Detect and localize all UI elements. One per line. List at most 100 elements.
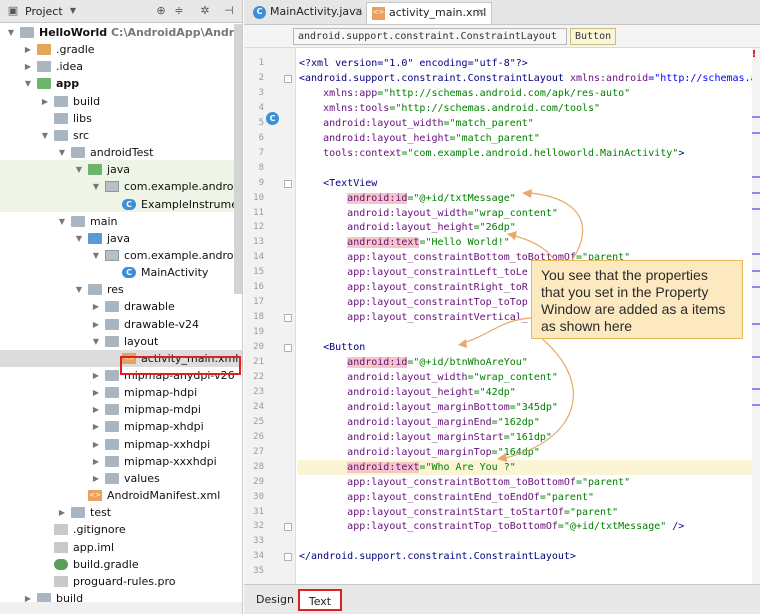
- tree-item[interactable]: ▼ app: [0, 75, 242, 92]
- tree-scrollbar[interactable]: [234, 24, 242, 294]
- chevron-down-icon[interactable]: ▼: [6, 24, 16, 41]
- tree-item[interactable]: app.iml: [0, 539, 242, 556]
- code-line[interactable]: android:layout_width="match_parent": [297, 116, 760, 131]
- tab-text[interactable]: Text: [298, 589, 342, 611]
- tree-item[interactable]: ▼ HelloWorld C:\AndroidApp\AndroidStudioP: [0, 24, 242, 41]
- fold-marker-icon[interactable]: [284, 523, 292, 532]
- code-line[interactable]: android:layout_height="26dp": [297, 220, 760, 235]
- tree-item[interactable]: ▼ src: [0, 127, 242, 144]
- code-line[interactable]: android:layout_marginStart="161dp": [297, 430, 760, 445]
- chevron-right-icon[interactable]: ▶: [91, 316, 101, 333]
- fold-marker-icon[interactable]: [284, 314, 292, 323]
- tree-item[interactable]: proguard-rules.pro: [0, 573, 242, 590]
- tree-item[interactable]: ▶ mipmap-xxhdpi: [0, 436, 242, 453]
- tree-item[interactable]: ▶ test: [0, 504, 242, 521]
- code-line[interactable]: android:layout_marginTop="164dp": [297, 445, 760, 460]
- close-icon[interactable]: ×: [477, 3, 485, 23]
- collapse-all-icon[interactable]: ≑: [172, 4, 186, 18]
- chevron-down-icon[interactable]: ▼: [74, 281, 84, 298]
- tree-item[interactable]: C MainActivity: [0, 264, 242, 281]
- code-line[interactable]: app:layout_constraintEnd_toEndOf="parent…: [297, 490, 760, 505]
- tree-item[interactable]: libs: [0, 110, 242, 127]
- code-line[interactable]: android:layout_height="match_parent": [297, 131, 760, 146]
- chevron-down-icon[interactable]: ▼: [91, 247, 101, 264]
- error-indicator-icon[interactable]: !: [749, 50, 759, 60]
- code-line[interactable]: tools:context="com.example.android.hello…: [297, 146, 760, 161]
- chevron-right-icon[interactable]: ▶: [91, 418, 101, 435]
- tree-item[interactable]: ▶ drawable: [0, 298, 242, 315]
- tree-item[interactable]: <> AndroidManifest.xml: [0, 487, 242, 504]
- chevron-right-icon[interactable]: ▶: [23, 41, 33, 58]
- tree-item[interactable]: ▼ androidTest: [0, 144, 242, 161]
- fold-marker-icon[interactable]: [284, 553, 292, 562]
- code-line[interactable]: android:id="@+id/btnWhoAreYou": [297, 355, 760, 370]
- code-line[interactable]: android:text="Who Are You ?": [297, 459, 760, 475]
- chevron-down-icon[interactable]: ▼: [91, 333, 101, 350]
- code-line[interactable]: <android.support.constraint.ConstraintLa…: [297, 71, 760, 86]
- code-line[interactable]: android:layout_marginEnd="162dp": [297, 415, 760, 430]
- tree-item[interactable]: ▶ .gradle: [0, 41, 242, 58]
- chevron-down-icon[interactable]: ▼: [66, 4, 80, 18]
- code-line[interactable]: android:id="@+id/txtMessage": [297, 191, 760, 206]
- tree-item[interactable]: ▼ main: [0, 213, 242, 230]
- code-line[interactable]: </android.support.constraint.ConstraintL…: [297, 549, 760, 564]
- project-view-dropdown[interactable]: Project: [25, 5, 63, 18]
- fold-marker-icon[interactable]: [284, 74, 292, 83]
- chevron-right-icon[interactable]: ▶: [57, 504, 67, 521]
- project-view-icon[interactable]: ▣: [6, 4, 20, 18]
- chevron-down-icon[interactable]: ▼: [57, 144, 67, 161]
- code-line[interactable]: <?xml version="1.0" encoding="utf-8"?>: [297, 56, 760, 71]
- hide-panel-icon[interactable]: ⊣: [222, 4, 236, 18]
- chevron-down-icon[interactable]: ▼: [40, 127, 50, 144]
- chevron-right-icon[interactable]: ▶: [91, 384, 101, 401]
- chevron-right-icon[interactable]: ▶: [91, 367, 101, 384]
- breadcrumb-item-constraintlayout[interactable]: android.support.constraint.ConstraintLay…: [293, 28, 567, 45]
- chevron-right-icon[interactable]: ▶: [91, 298, 101, 315]
- tree-item[interactable]: C ExampleInstrument: [0, 196, 242, 213]
- close-icon[interactable]: ×: [354, 2, 362, 22]
- tree-item[interactable]: ▶ values: [0, 470, 242, 487]
- code-line[interactable]: xmlns:tools="http://schemas.android.com/…: [297, 101, 760, 116]
- tree-item[interactable]: ▼ com.example.android.hell: [0, 178, 242, 195]
- tree-item[interactable]: .gitignore: [0, 521, 242, 538]
- class-icon[interactable]: C: [266, 112, 279, 125]
- tree-item[interactable]: ▶ mipmap-hdpi: [0, 384, 242, 401]
- tree-item[interactable]: ▶ mipmap-mdpi: [0, 401, 242, 418]
- code-line[interactable]: [297, 161, 760, 176]
- tree-item[interactable]: ▶ mipmap-xhdpi: [0, 418, 242, 435]
- chevron-right-icon[interactable]: ▶: [91, 436, 101, 453]
- tree-item[interactable]: ▶ drawable-v24: [0, 316, 242, 333]
- code-line[interactable]: android:layout_marginBottom="345dp": [297, 400, 760, 415]
- code-line[interactable]: <Button: [297, 340, 760, 355]
- code-line[interactable]: [297, 564, 760, 579]
- code-line[interactable]: android:layout_width="wrap_content": [297, 206, 760, 221]
- chevron-down-icon[interactable]: ▼: [74, 161, 84, 178]
- chevron-down-icon[interactable]: ▼: [23, 75, 33, 92]
- code-line[interactable]: xmlns:app="http://schemas.android.com/ap…: [297, 86, 760, 101]
- tree-item[interactable]: ▼ layout: [0, 333, 242, 350]
- chevron-right-icon[interactable]: ▶: [23, 58, 33, 75]
- code-line[interactable]: app:layout_constraintTop_toBottomOf="@+i…: [297, 519, 760, 534]
- tab-mainactivity-java[interactable]: C MainActivity.java ×: [248, 2, 368, 24]
- tree-item[interactable]: ▶ build: [0, 93, 242, 110]
- code-line[interactable]: android:text="Hello World!": [297, 235, 760, 250]
- chevron-right-icon[interactable]: ▶: [91, 453, 101, 470]
- tree-item[interactable]: build.gradle: [0, 556, 242, 573]
- tree-item[interactable]: ▶ mipmap-xxxhdpi: [0, 453, 242, 470]
- tab-activity-main-xml[interactable]: <> activity_main.xml ×: [366, 2, 492, 24]
- chevron-down-icon[interactable]: ▼: [57, 213, 67, 230]
- tab-design[interactable]: Design: [252, 589, 298, 611]
- code-line[interactable]: android:layout_width="wrap_content": [297, 370, 760, 385]
- tree-item[interactable]: ▼ java: [0, 230, 242, 247]
- breadcrumb-item-button[interactable]: Button: [570, 28, 616, 45]
- chevron-right-icon[interactable]: ▶: [91, 401, 101, 418]
- editor-scrollbar[interactable]: [752, 48, 760, 584]
- tree-item[interactable]: ▼ com.example.android.hell: [0, 247, 242, 264]
- chevron-down-icon[interactable]: ▼: [91, 178, 101, 195]
- code-line[interactable]: [297, 534, 760, 549]
- code-line[interactable]: app:layout_constraintBottom_toBottomOf="…: [297, 475, 760, 490]
- tree-item[interactable]: ▶ .idea: [0, 58, 242, 75]
- chevron-down-icon[interactable]: ▼: [74, 230, 84, 247]
- sync-icon[interactable]: ⊕: [154, 4, 168, 18]
- tree-item[interactable]: ▼ res: [0, 281, 242, 298]
